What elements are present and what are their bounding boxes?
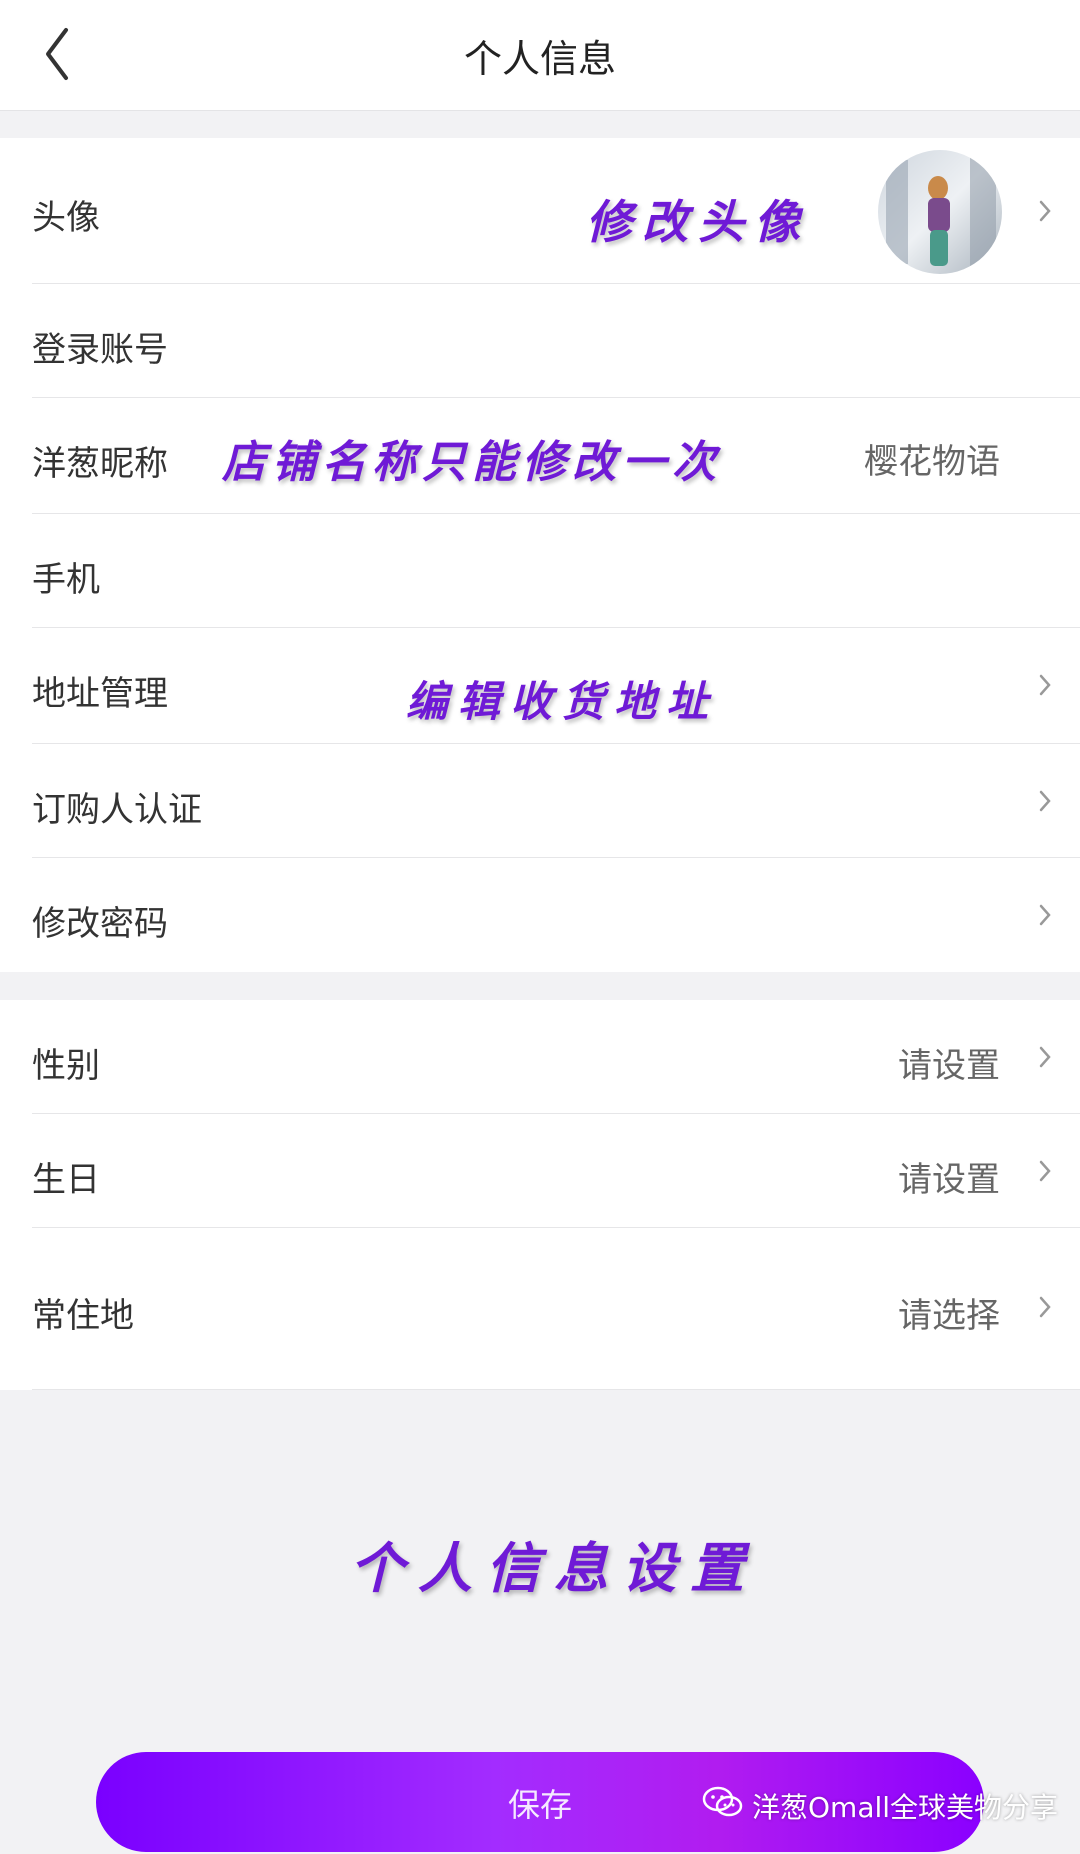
chevron-right-icon — [1039, 674, 1051, 696]
chevron-right-icon — [1039, 200, 1051, 222]
purchaser-verification-label: 订购人认证 — [32, 790, 202, 830]
birthday-value: 请设置 — [898, 1160, 1000, 1200]
wechat-icon — [702, 1786, 743, 1817]
top-navigation-bar: 个人信息 — [0, 0, 1080, 111]
chevron-right-icon — [1039, 1296, 1051, 1318]
phone-label: 手机 — [32, 560, 100, 600]
nickname-value: 樱花物语 — [864, 442, 1000, 482]
chevron-right-icon — [1039, 904, 1051, 926]
gender-label: 性别 — [32, 1046, 100, 1086]
gender-row[interactable]: 性别 请设置 — [0, 1000, 1080, 1114]
annotation-avatar: 修改头像 — [586, 195, 810, 249]
birthday-label: 生日 — [32, 1160, 100, 1200]
address-management-label: 地址管理 — [32, 674, 168, 714]
avatar-label: 头像 — [32, 198, 100, 238]
login-account-row: 登录账号 — [0, 284, 1080, 398]
annotation-address: 编辑收货地址 — [406, 677, 719, 726]
nickname-label: 洋葱昵称 — [32, 444, 168, 484]
annotation-page-title: 个人信息设置 — [350, 1536, 758, 1600]
gender-value: 请设置 — [898, 1046, 1000, 1086]
chevron-right-icon — [1039, 1160, 1051, 1182]
purchaser-verification-row[interactable]: 订购人认证 — [0, 744, 1080, 858]
phone-row: 手机 — [0, 514, 1080, 628]
change-password-label: 修改密码 — [32, 904, 168, 944]
watermark-text: 洋葱Omall全球美物分享 — [752, 1791, 1059, 1824]
residence-label: 常住地 — [32, 1296, 134, 1336]
annotation-nickname: 店铺名称只能修改一次 — [222, 437, 722, 488]
avatar[interactable] — [878, 150, 1002, 274]
page-title: 个人信息 — [463, 37, 616, 81]
change-password-row[interactable]: 修改密码 — [0, 858, 1080, 972]
residence-row[interactable]: 常住地 请选择 — [0, 1228, 1080, 1390]
row-divider — [32, 1389, 1080, 1390]
chevron-right-icon — [1039, 790, 1051, 812]
birthday-row[interactable]: 生日 请设置 — [0, 1114, 1080, 1228]
login-account-label: 登录账号 — [32, 330, 168, 370]
residence-value: 请选择 — [898, 1296, 1000, 1336]
chevron-right-icon — [1039, 1046, 1051, 1068]
